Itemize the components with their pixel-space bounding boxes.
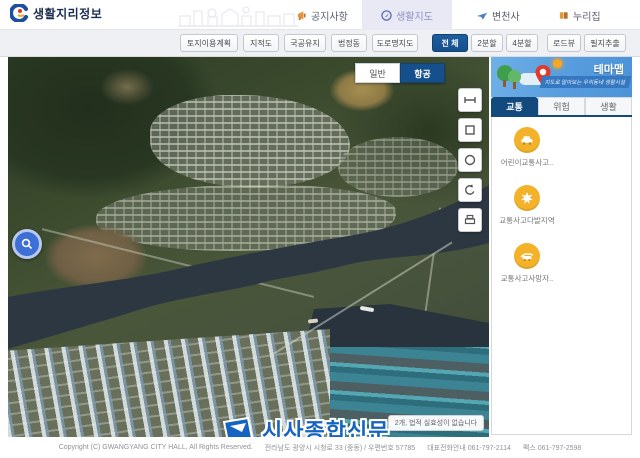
car-crash-icon [514,243,540,269]
map-search-button[interactable] [12,229,42,259]
city-skyline-graphic [178,4,298,28]
map-tool-stack [458,88,482,232]
theme-banner[interactable]: 테마맵 지도로 알아보는 우리동네 생활시설 [491,57,632,97]
tree-trunk [513,82,516,89]
measure-distance-button[interactable] [458,88,482,112]
btn-parcel-extract[interactable]: 필지추출 [584,34,626,52]
printer-icon [463,213,477,227]
theme-item-label: 교통사고다발지역 [499,215,554,226]
map-notice-tooltip: 2개, 법적 실효성이 없습니다 [388,415,484,431]
theme-item-child-accident[interactable]: 어린이교통사고.. [492,123,562,181]
tree-trunk [503,80,506,87]
theme-item-label: 어린이교통사고.. [501,157,553,168]
footer-phone: 대표전화안내 061-797-2114 [427,443,511,453]
burst-icon [514,185,540,211]
circle-radius-icon [463,153,477,167]
airplane-icon [476,10,488,21]
basemap-aerial-button[interactable]: 항공 [400,63,445,83]
reset-arrow-icon [463,183,477,197]
theme-item-accident-death[interactable]: 교통사고사망자.. [492,239,562,297]
basemap-toggle: 일반 항공 [355,63,445,83]
app-header: 생활지리정보 공지사항 [0,0,640,30]
nav-history[interactable]: 변천사 [466,0,530,30]
btn-view-all[interactable]: 전 체 [432,34,468,52]
banner-subtitle: 지도로 알아보는 우리동네 생활시설 [539,76,630,88]
footer-fax: 팩스 061-797-2598 [523,443,581,453]
nav-history-label: 변천사 [492,8,520,23]
tab-danger[interactable]: 위험 [538,97,585,115]
btn-public-land[interactable]: 국공유지 [284,34,326,52]
map-canvas[interactable]: 일반 항공 2개, 법적 실효 [8,57,489,437]
reset-button[interactable] [458,178,482,202]
theme-item-label: 교통사고사망자.. [501,273,553,284]
search-icon [20,237,34,251]
nav-living-map-label: 생활지도 [396,8,433,23]
app-logo[interactable]: 생활지리정보 [10,4,102,22]
measure-area-button[interactable] [458,118,482,142]
print-button[interactable] [458,208,482,232]
app-window: 생활지리정보 공지사항 [0,0,640,458]
nav-homepage-label: 누리집 [573,8,601,23]
theme-item-accident-zone[interactable]: 교통사고다발지역 [492,181,562,239]
nav-notice[interactable]: 공지사항 [286,0,358,30]
tab-life[interactable]: 생활 [585,97,632,115]
map-toolbar: 토지이용계획 지적도 국공유지 법정동 도로명지도 전 체 2분할 4분할 로드… [0,30,640,57]
compass-map-icon [381,10,392,21]
btn-view-2split[interactable]: 2분할 [471,34,503,52]
btn-land-use-plan[interactable]: 토지이용계획 [180,34,238,52]
car-icon [514,127,540,153]
square-area-icon [463,123,477,137]
btn-roadview[interactable]: 로드뷰 [547,34,581,52]
banner-title: 테마맵 [594,61,624,77]
logo-icon [10,4,28,22]
nav-homepage[interactable]: 누리집 [548,0,611,30]
btn-legal-dong[interactable]: 법정동 [331,34,367,52]
btn-view-4split[interactable]: 4분할 [506,34,538,52]
theme-panel: 어린이교통사고.. 교통사고다발지역 교통사고사망자.. [491,117,632,435]
footer: Copyright (C) GWANGYANG CITY HALL, All R… [0,437,640,458]
footer-address: 전라남도 광양시 시청로 33 (중동) / 우편번호 57785 [265,443,416,453]
home-book-icon [558,10,569,21]
basemap-normal-button[interactable]: 일반 [355,63,400,83]
theme-sidebar: 테마맵 지도로 알아보는 우리동네 생활시설 교통 위험 생활 어린이교통사고.… [491,57,632,437]
measure-radius-button[interactable] [458,148,482,172]
theme-tabs: 교통 위험 생활 [491,97,632,117]
ruler-icon [463,93,477,107]
nav-living-map[interactable]: 생활지도 [362,0,452,30]
footer-copyright: Copyright (C) GWANGYANG CITY HALL, All R… [59,444,253,451]
sun-icon [553,59,562,68]
tab-traffic[interactable]: 교통 [491,97,538,115]
nav-notice-label: 공지사항 [311,8,348,23]
btn-road-name-map[interactable]: 도로명지도 [372,34,418,52]
megaphone-icon [296,10,307,21]
btn-cadastral-map[interactable]: 지적도 [243,34,279,52]
logo-text: 생활지리정보 [33,5,102,22]
